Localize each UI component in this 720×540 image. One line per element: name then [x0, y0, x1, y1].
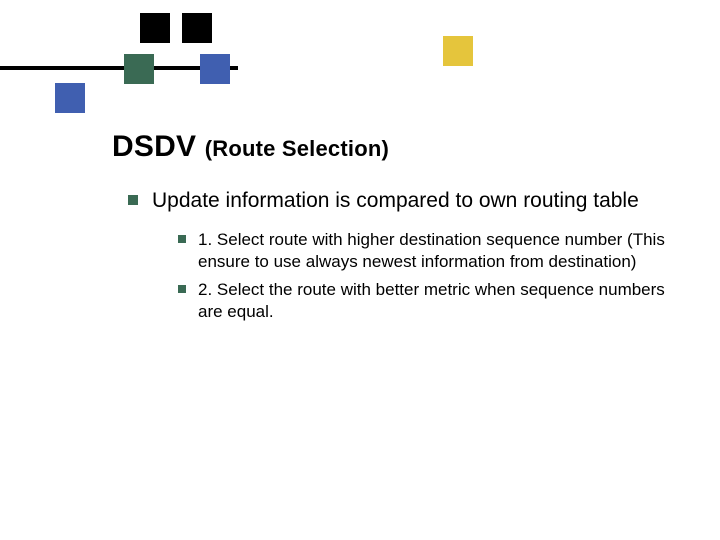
slide-body: Update information is compared to own ro… [128, 188, 678, 329]
decor-square-black-2 [182, 13, 212, 43]
slide-title: DSDV (Route Selection) [112, 130, 389, 164]
bullet-square-icon [178, 285, 186, 293]
bullet-level2-text: 1. Select route with higher destination … [198, 229, 678, 273]
title-subtitle: (Route Selection) [205, 136, 389, 161]
bullet-level2-text: 2. Select the route with better metric w… [198, 279, 678, 323]
decor-square-black-1 [140, 13, 170, 43]
decor-square-yellow [443, 36, 473, 66]
bullet-level2: 2. Select the route with better metric w… [178, 279, 678, 323]
decor-square-green [124, 54, 154, 84]
slide: DSDV (Route Selection) Update informatio… [0, 0, 720, 540]
bullet-level2: 1. Select route with higher destination … [178, 229, 678, 273]
title-main: DSDV [112, 130, 196, 163]
bullet-level1: Update information is compared to own ro… [128, 188, 678, 215]
bullet-square-icon [178, 235, 186, 243]
sublist: 1. Select route with higher destination … [178, 229, 678, 323]
decor-square-blue-top [200, 54, 230, 84]
decor-square-blue-bottom [55, 83, 85, 113]
bullet-square-icon [128, 195, 138, 205]
bullet-level1-text: Update information is compared to own ro… [152, 188, 639, 215]
